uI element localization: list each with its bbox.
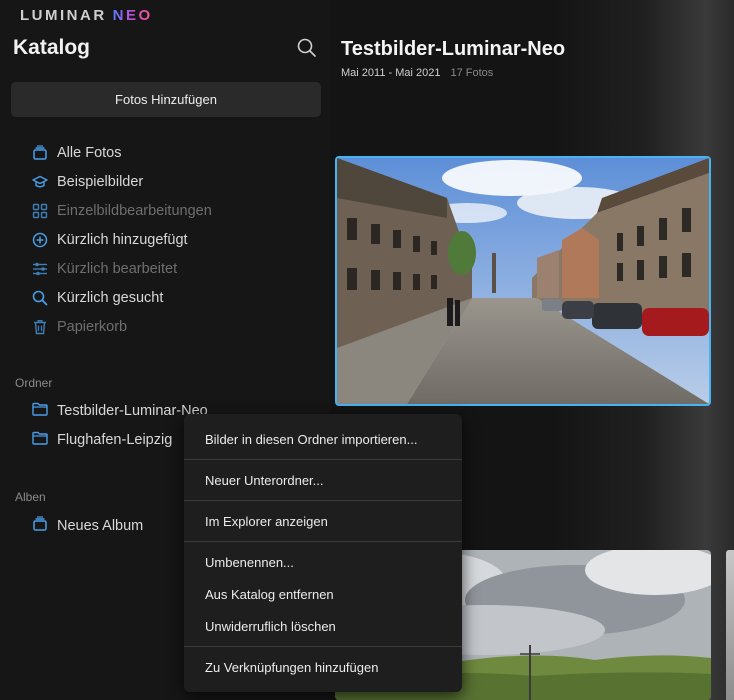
menu-item-delete-permanently[interactable]: Unwiderruflich löschen (184, 610, 462, 642)
nav-item-label: Alle Fotos (57, 144, 122, 161)
photo-thumbnail-partial[interactable] (726, 550, 734, 700)
app-logo: LUMINAR NEO (20, 6, 153, 24)
nav-item-trash[interactable]: Papierkorb (32, 312, 322, 341)
catalog-nav: Alle Fotos Beispielbilder Einzelbildbear… (32, 138, 322, 341)
street-photo-image (337, 158, 709, 404)
folder-meta: Mai 2011 - Mai 2021 17 Fotos (341, 67, 493, 79)
menu-separator (184, 541, 462, 542)
date-range: Mai 2011 - Mai 2021 (341, 67, 441, 79)
trash-icon (32, 319, 48, 335)
nav-item-label: Einzelbildbearbeitungen (57, 202, 212, 219)
menu-item-new-subfolder[interactable]: Neuer Unterordner... (184, 464, 462, 496)
nav-item-sample-images[interactable]: Beispielbilder (32, 167, 322, 196)
photo-count: 17 Fotos (450, 67, 494, 79)
folder-context-menu: Bilder in diesen Ordner importieren... N… (184, 414, 462, 692)
album-label: Neues Album (57, 518, 144, 534)
folder-icon (32, 402, 48, 420)
menu-separator (184, 500, 462, 501)
menu-item-import-images[interactable]: Bilder in diesen Ordner importieren... (184, 423, 462, 455)
stack-icon (32, 144, 48, 161)
nav-item-single-edits[interactable]: Einzelbildbearbeitungen (32, 196, 322, 225)
nav-item-all-photos[interactable]: Alle Fotos (32, 138, 322, 167)
search-button[interactable] (296, 37, 318, 59)
catalog-title: Katalog (13, 36, 91, 59)
menu-separator (184, 459, 462, 460)
search-icon (32, 290, 48, 306)
photo-thumbnail-selected[interactable] (335, 156, 711, 406)
nav-item-label: Beispielbilder (57, 173, 144, 190)
nav-item-label: Kürzlich hinzugefügt (57, 231, 188, 248)
menu-item-show-in-explorer[interactable]: Im Explorer anzeigen (184, 505, 462, 537)
nav-item-recently-added[interactable]: Kürzlich hinzugefügt (32, 225, 322, 254)
folders-section-label: Ordner (15, 376, 53, 390)
folder-icon (32, 431, 48, 449)
search-icon (297, 38, 316, 57)
folder-title: Testbilder-Luminar-Neo (341, 38, 566, 60)
logo-text-luminar: LUMINAR (20, 6, 107, 24)
add-photos-button[interactable]: Fotos Hinzufügen (11, 82, 321, 117)
nav-item-label: Papierkorb (57, 318, 128, 335)
logo-text-neo: NEO (112, 6, 153, 24)
nav-item-label: Kürzlich bearbeitet (57, 260, 178, 277)
plus-circle-icon (32, 232, 48, 248)
graduation-cap-icon (32, 174, 48, 190)
menu-item-rename[interactable]: Umbenennen... (184, 546, 462, 578)
album-stack-icon (32, 516, 48, 536)
sliders-icon (32, 261, 48, 277)
nav-item-recently-edited[interactable]: Kürzlich bearbeitet (32, 254, 322, 283)
folder-label: Flughafen-Leipzig (57, 432, 173, 448)
menu-separator (184, 646, 462, 647)
nav-item-label: Kürzlich gesucht (57, 289, 164, 306)
albums-section-label: Alben (15, 490, 46, 504)
nav-item-recently-searched[interactable]: Kürzlich gesucht (32, 283, 322, 312)
grid-icon (32, 203, 48, 219)
menu-item-remove-from-catalog[interactable]: Aus Katalog entfernen (184, 578, 462, 610)
menu-item-add-to-shortcuts[interactable]: Zu Verknüpfungen hinzufügen (184, 651, 462, 683)
